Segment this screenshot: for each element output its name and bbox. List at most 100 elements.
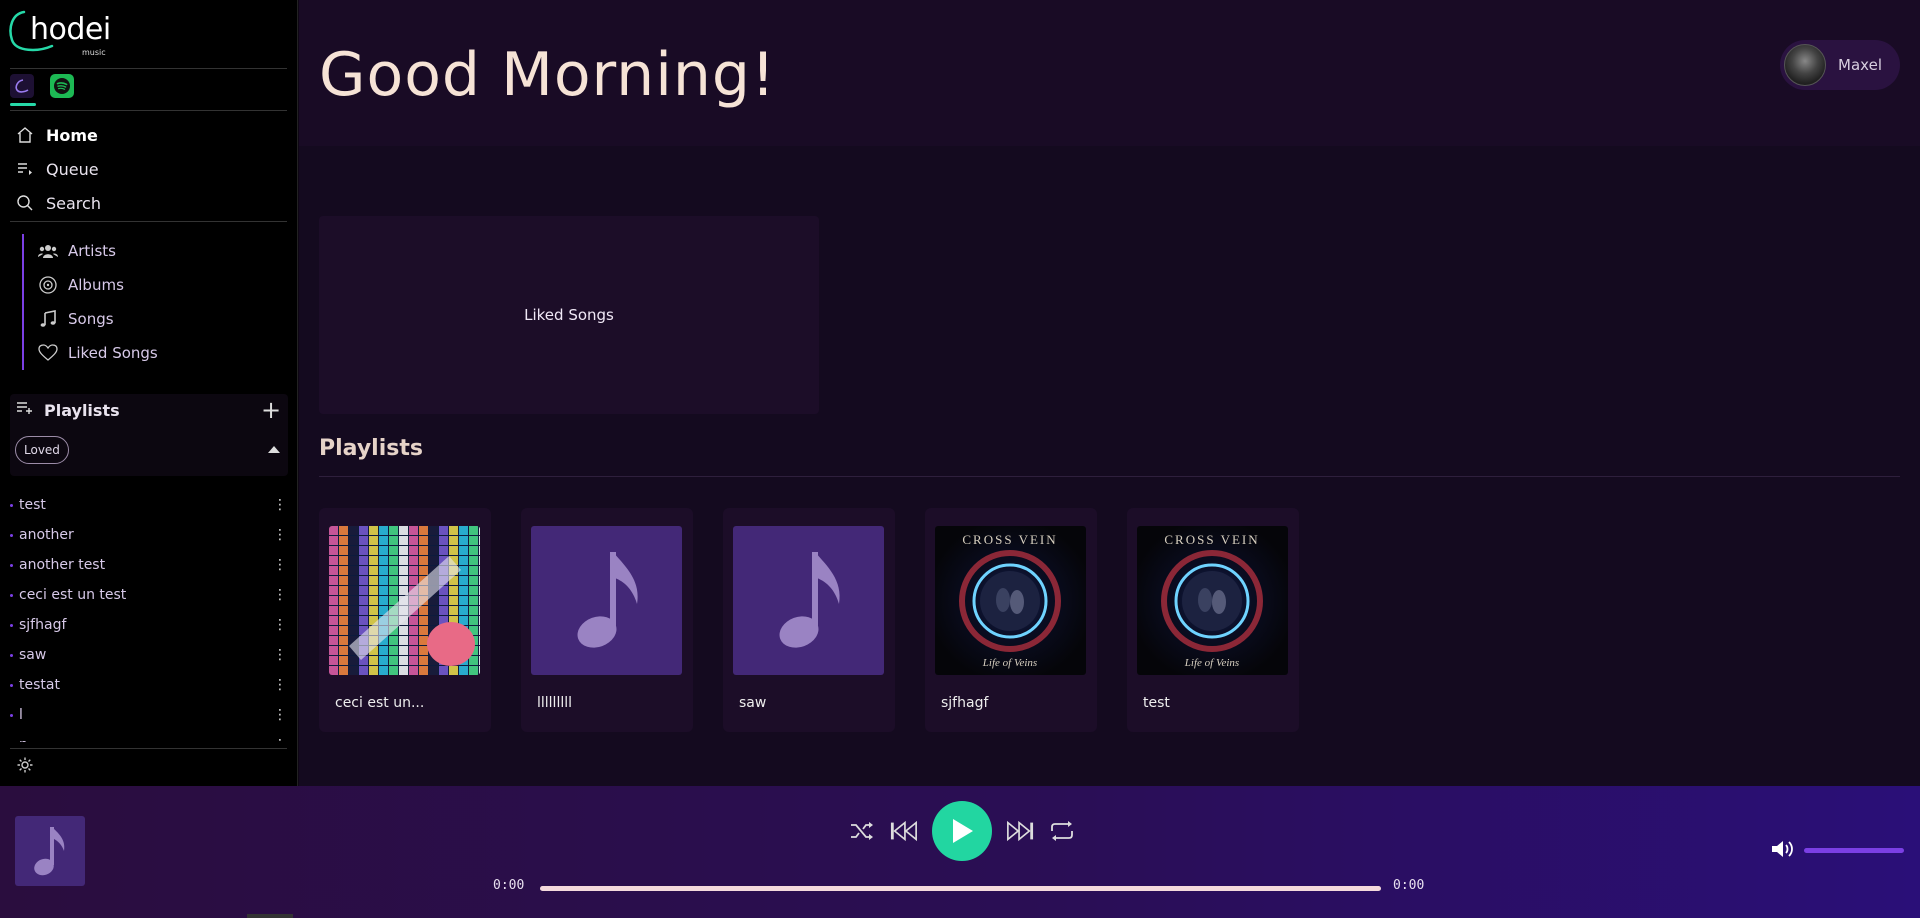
nav-search[interactable]: Search [14,186,101,220]
add-playlist-button[interactable]: + [260,398,282,422]
skip-forward-icon [1007,820,1034,842]
repeat-button[interactable] [1048,817,1076,845]
now-playing-art[interactable] [15,816,85,886]
spotify-icon [54,78,70,94]
more-options-icon[interactable]: ⋮ [272,648,288,662]
playlist-item[interactable]: n⋮ [10,730,288,742]
playlists-section-title: Playlists [319,436,423,461]
library-liked-songs[interactable]: Liked Songs [38,336,262,370]
user-menu-button[interactable]: Maxel [1780,40,1900,90]
playlist-item-label: testat [19,677,60,693]
nav-home[interactable]: Home [14,118,101,152]
playback-controls [848,801,1076,861]
playlist-item[interactable]: saw ⋮ [10,640,288,670]
card-title: saw [739,695,767,711]
playlist-cards: ceci est un... lllllllll saw CROSS VEIN Life… [319,508,1299,732]
bullet-icon [10,713,13,717]
playlist-item-left: another test [10,557,105,573]
more-options-icon[interactable]: ⋮ [272,708,288,722]
playlist-item-left: ceci est un test [10,587,126,603]
hodei-provider-button[interactable] [10,74,36,106]
playlist-card[interactable]: ceci est un... [319,508,491,732]
more-options-icon[interactable]: ⋮ [272,498,288,512]
playlist-item-left: sjfhagf [10,617,66,633]
playlist-item[interactable]: another test ⋮ [10,550,288,580]
bullet-icon [10,683,13,687]
shuffle-button[interactable] [848,817,876,845]
playlist-item-label: ceci est un test [19,587,127,603]
playlist-item-left: another [10,527,74,543]
liked-songs-card[interactable]: Liked Songs [319,216,819,414]
playlist-card[interactable]: CROSS VEIN Life of Veins test [1127,508,1299,732]
repeat-icon [1051,821,1073,841]
divider [10,748,287,749]
current-time: 0:00 [493,878,525,893]
main-content: Good Morning! Maxel Liked Songs Playlist… [299,0,1920,786]
divider [10,221,287,222]
playlist-item-label: another [19,527,74,543]
bullet-icon [10,623,13,627]
sidebar: hodei music Home Queue Search Artists Al… [0,0,298,786]
library-albums-label: Albums [68,276,124,294]
card-title: lllllllll [537,695,573,711]
main-nav: Home Queue Search [14,118,101,220]
playlist-item[interactable]: l ⋮ [10,700,288,730]
playlist-item[interactable]: another ⋮ [10,520,288,550]
nav-queue-label: Queue [46,159,99,179]
next-button[interactable] [1006,817,1034,845]
collapse-playlists-button[interactable] [268,446,280,453]
more-options-icon[interactable]: ⋮ [272,678,288,692]
playlist-card[interactable]: lllllllll [521,508,693,732]
bullet-icon [10,503,13,507]
gear-icon [17,757,33,773]
card-art [329,526,480,675]
playlist-item[interactable]: test ⋮ [10,490,288,520]
volume-button[interactable] [1770,838,1794,862]
playlist-card[interactable]: saw [723,508,895,732]
playlist-item[interactable]: ceci est un test ⋮ [10,580,288,610]
hodei-logo[interactable]: hodei music [8,8,111,58]
playlists-header[interactable]: Playlists [16,400,120,420]
playlist-item-left: test [10,497,46,513]
playlist-item[interactable]: testat ⋮ [10,670,288,700]
more-options-icon[interactable]: ⋮ [272,528,288,542]
card-art [531,526,682,675]
playlist-item[interactable]: sjfhagf ⋮ [10,610,288,640]
settings-button[interactable] [16,756,36,776]
music-note-icon [779,551,840,648]
nav-queue[interactable]: Queue [14,152,101,186]
divider [10,110,287,111]
more-options-icon[interactable]: ⋮ [272,618,288,632]
library-nav: Artists Albums Songs Liked Songs [22,234,262,370]
library-artists-label: Artists [68,242,116,260]
previous-button[interactable] [890,817,918,845]
user-name: Maxel [1838,56,1882,74]
logo-subtext: music [82,48,106,57]
more-options-icon[interactable]: ⋮ [272,738,288,742]
more-options-icon[interactable]: ⋮ [272,588,288,602]
divider [319,476,1900,477]
queue-icon [14,158,36,180]
playlist-item-label: another test [19,557,106,573]
library-songs-label: Songs [68,310,114,328]
svg-text:CROSS VEIN: CROSS VEIN [1164,532,1259,547]
loved-filter-chip[interactable]: Loved [15,436,69,464]
playlist-card[interactable]: CROSS VEIN Life of Veins sjfhagf [925,508,1097,732]
progress-slider[interactable] [540,886,1381,891]
library-albums[interactable]: Albums [38,268,262,302]
greeting-title: Good Morning! [319,40,777,110]
play-button[interactable] [932,801,992,861]
playlist-item-left: l [10,707,23,723]
playlist-item-label: test [19,497,46,513]
playlist-add-icon [16,400,34,420]
more-options-icon[interactable]: ⋮ [272,558,288,572]
scrollbar[interactable] [247,914,293,918]
artists-icon [38,241,58,261]
library-artists[interactable]: Artists [38,234,262,268]
page-header: Good Morning! Maxel [299,0,1920,146]
volume-slider[interactable] [1804,848,1904,853]
spotify-provider-button[interactable] [50,74,74,98]
playlists-title: Playlists [44,400,120,420]
library-songs[interactable]: Songs [38,302,262,336]
bullet-icon [10,533,13,537]
